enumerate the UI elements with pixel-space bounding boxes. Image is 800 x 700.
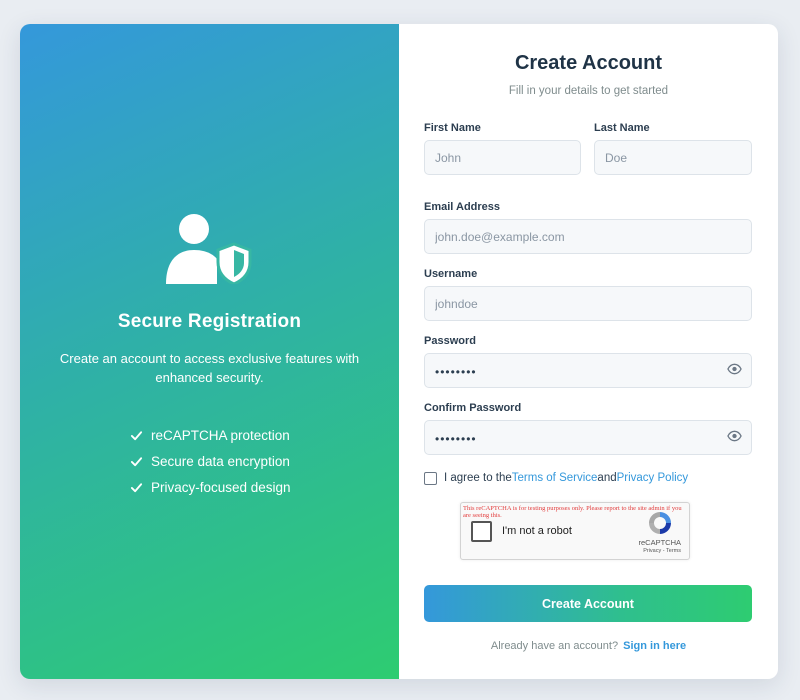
form-title: Create Account [514, 52, 663, 74]
user-shield-icon [166, 214, 252, 284]
privacy-link[interactable]: Privacy Policy [617, 472, 689, 484]
last-name-input[interactable] [594, 140, 752, 175]
confirm-password-label: Confirm Password [424, 402, 522, 414]
agree-text: I agree to theTerms of ServiceandPrivacy… [444, 472, 688, 484]
confirm-password-input[interactable]: •••••••• [424, 420, 752, 455]
password-input[interactable]: •••••••• [424, 353, 752, 388]
recaptcha-brand: reCAPTCHA [638, 538, 681, 547]
recaptcha-checkbox[interactable] [471, 521, 492, 542]
signin-prompt: Already have an account? [490, 640, 619, 652]
feature-label: reCAPTCHA protection [151, 427, 290, 443]
check-icon [130, 482, 143, 492]
feature-item: Privacy-focused design [130, 474, 291, 500]
form-subtitle: Fill in your details to get started [508, 85, 669, 97]
create-account-button[interactable]: Create Account [424, 585, 752, 622]
check-icon [130, 456, 143, 466]
agree-prefix: I agree to the [444, 472, 512, 484]
agree-checkbox[interactable] [424, 472, 437, 485]
agree-conjunction: and [597, 472, 617, 484]
email-label: Email Address [424, 201, 501, 213]
feature-label: Privacy-focused design [151, 479, 291, 495]
eye-icon[interactable] [727, 430, 742, 442]
confirm-password-value: •••••••• [435, 432, 477, 446]
signin-link[interactable]: Sign in here [623, 640, 686, 652]
recaptcha-logo-icon [649, 512, 671, 534]
feature-label: Secure data encryption [151, 453, 290, 469]
email-input[interactable] [424, 219, 752, 254]
feature-list: reCAPTCHA protection Secure data encrypt… [130, 422, 291, 500]
first-name-input[interactable] [424, 140, 581, 175]
hero-panel: Secure Registration Create an account to… [20, 24, 399, 679]
password-label: Password [424, 335, 476, 347]
eye-icon[interactable] [727, 363, 742, 375]
hero-description: Create an account to access exclusive fe… [59, 351, 360, 385]
signin-row: Already have an account? Sign in here [399, 640, 778, 652]
feature-item: reCAPTCHA protection [130, 422, 291, 448]
username-label: Username [424, 268, 478, 280]
recaptcha-label: I'm not a robot [502, 525, 572, 537]
form-panel: Create Account Fill in your details to g… [399, 24, 778, 679]
password-value: •••••••• [435, 365, 477, 379]
terms-link[interactable]: Terms of Service [512, 472, 598, 484]
username-input[interactable] [424, 286, 752, 321]
last-name-label: Last Name [594, 122, 650, 134]
first-name-label: First Name [424, 122, 481, 134]
check-icon [130, 430, 143, 440]
registration-card: Secure Registration Create an account to… [20, 24, 778, 679]
recaptcha-widget: This reCAPTCHA is for testing purposes o… [460, 502, 690, 560]
recaptcha-terms[interactable]: Privacy - Terms [643, 548, 681, 554]
feature-item: Secure data encryption [130, 448, 291, 474]
hero-title: Secure Registration [117, 311, 302, 332]
